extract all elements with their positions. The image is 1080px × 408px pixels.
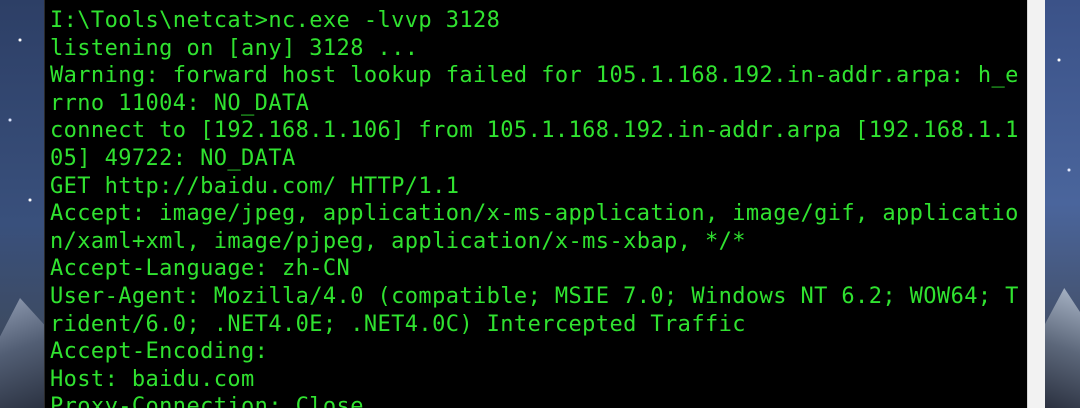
console-line: GET http://baidu.com/ HTTP/1.1	[50, 173, 460, 199]
console-line: 05] 49722: NO_DATA	[50, 145, 296, 171]
window-frame-border	[1027, 0, 1046, 408]
console-line: Warning: forward host lookup failed for …	[50, 63, 1019, 89]
console-line: n/xaml+xml, image/pjpeg, application/x-m…	[50, 228, 746, 254]
wallpaper-mountain	[1045, 288, 1080, 408]
console-line: connect to [192.168.1.106] from 105.1.16…	[50, 118, 1019, 144]
desktop-wallpaper-left	[0, 0, 50, 408]
console-line: Accept-Encoding:	[50, 339, 269, 365]
wallpaper-mountain	[0, 298, 50, 408]
console-line: listening on [any] 3128 ...	[50, 35, 419, 61]
console-line: rrno 11004: NO_DATA	[50, 90, 310, 116]
console-line: User-Agent: Mozilla/4.0 (compatible; MSI…	[50, 283, 1019, 309]
console-line: Accept: image/jpeg, application/x-ms-app…	[50, 201, 1019, 227]
console-line: I:\Tools\netcat>nc.exe -lvvp 3128	[50, 8, 501, 33]
desktop-wallpaper-right	[1045, 0, 1080, 408]
console-output: I:\Tools\netcat>nc.exe -lvvp 3128 listen…	[50, 7, 1019, 408]
console-window[interactable]: I:\Tools\netcat>nc.exe -lvvp 3128 listen…	[44, 0, 1028, 408]
console-line: Proxy-Connection: Close	[50, 394, 364, 408]
console-line: rident/6.0; .NET4.0E; .NET4.0C) Intercep…	[50, 311, 746, 337]
console-line: Host: baidu.com	[50, 366, 255, 392]
console-line: Accept-Language: zh-CN	[50, 256, 351, 282]
